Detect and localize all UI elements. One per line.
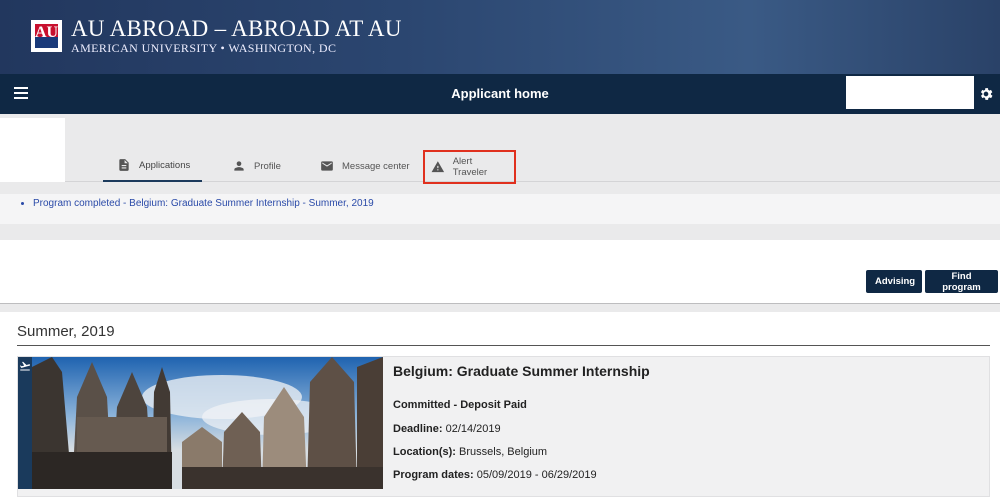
tab-alert-traveler[interactable]: Alert Traveler (423, 150, 516, 184)
au-logo[interactable]: AU (31, 20, 62, 52)
program-name[interactable]: Belgium: Graduate Summer Internship (393, 363, 650, 379)
completed-program-link[interactable]: Program completed - Belgium: Graduate Su… (33, 194, 1000, 214)
warning-icon (431, 161, 445, 173)
tab-message-center[interactable]: Message center (320, 150, 410, 182)
term-title: Summer, 2019 (17, 323, 115, 340)
completed-programs-list: Program completed - Belgium: Graduate Su… (0, 194, 1000, 224)
term-section: Summer, 2019 Belgium: Graduate Summer In… (0, 312, 1000, 497)
travel-strip (18, 357, 32, 489)
tab-applications[interactable]: Applications (103, 150, 202, 182)
top-navbar: Applicant home (0, 74, 1000, 114)
tab-label: Applications (139, 159, 191, 171)
advising-button[interactable]: Advising (866, 270, 922, 293)
document-icon (119, 159, 129, 171)
gear-icon[interactable] (978, 86, 994, 102)
program-deadline: Deadline: 02/14/2019 (393, 423, 501, 435)
program-status: Committed - Deposit Paid (393, 399, 527, 411)
tabs-divider (65, 181, 1000, 182)
profile-photo-placeholder (0, 118, 65, 182)
program-card[interactable]: Belgium: Graduate Summer Internship Comm… (17, 356, 990, 497)
envelope-icon (321, 161, 333, 171)
term-divider (17, 345, 990, 346)
actions-panel: Advising Find program (0, 240, 1000, 304)
search-input[interactable] (846, 76, 974, 109)
tab-label: Message center (342, 160, 410, 172)
tab-profile[interactable]: Profile (232, 150, 281, 182)
person-icon (234, 161, 244, 171)
program-dates: Program dates: 05/09/2019 - 06/29/2019 (393, 469, 597, 481)
program-photo (32, 357, 383, 489)
program-location: Location(s): Brussels, Belgium (393, 446, 548, 458)
site-subtitle: AMERICAN UNIVERSITY • WASHINGTON, DC (71, 41, 337, 55)
tab-label: Profile (254, 160, 281, 172)
logo-letters: AU (34, 24, 59, 41)
site-title[interactable]: AU ABROAD – ABROAD AT AU (71, 16, 402, 42)
tab-label: Alert Traveler (452, 156, 488, 178)
find-program-button[interactable]: Find program (925, 270, 998, 293)
airplane-icon (19, 361, 31, 371)
site-banner: AU AU ABROAD – ABROAD AT AU AMERICAN UNI… (0, 0, 1000, 74)
